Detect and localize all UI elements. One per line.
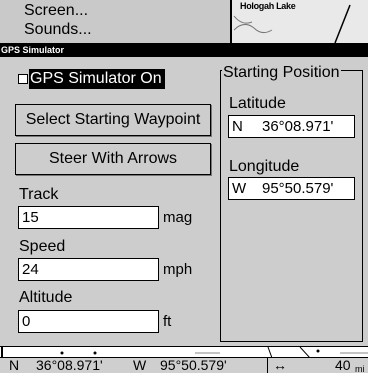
- dialog-title: GPS Simulator: [0, 43, 368, 57]
- speed-unit: mph: [163, 261, 193, 278]
- menu-item-sounds[interactable]: Sounds...: [24, 21, 92, 39]
- longitude-value: 95°50.579': [262, 180, 334, 197]
- status-lat-value: 36°08.971': [36, 357, 103, 373]
- gps-simulator-dialog: GPS Simulator GPS Simulator On Select St…: [0, 43, 368, 346]
- longitude-hemisphere: W: [232, 180, 247, 197]
- track-input[interactable]: 15: [18, 206, 159, 229]
- altitude-label: Altitude: [19, 289, 73, 306]
- altitude-input[interactable]: 0: [18, 310, 159, 333]
- status-bar: N 36°08.971' W 95°50.579' ↔ 40 mi: [0, 357, 368, 373]
- longitude-input[interactable]: W 95°50.579': [228, 177, 355, 200]
- track-unit: mag: [163, 209, 193, 226]
- latitude-input[interactable]: N 36°08.971': [228, 115, 355, 138]
- altitude-unit: ft: [163, 313, 172, 330]
- select-starting-waypoint-button[interactable]: Select Starting Waypoint: [15, 104, 211, 136]
- zoom-unit: mi: [355, 364, 365, 373]
- zoom-value: 40: [335, 357, 351, 373]
- gps-simulator-toggle[interactable]: GPS Simulator On: [18, 69, 165, 89]
- track-label: Track: [19, 186, 59, 203]
- latitude-hemisphere: N: [232, 118, 243, 135]
- map-lines: [233, 4, 351, 43]
- speed-label: Speed: [19, 238, 66, 255]
- background-map: Hologah Lake: [230, 0, 368, 43]
- speed-input[interactable]: 24: [18, 258, 159, 281]
- map-strip: [0, 346, 368, 357]
- longitude-label: Longitude: [229, 158, 300, 175]
- gps-simulator-on-label: GPS Simulator On: [29, 69, 165, 89]
- background-menu: Screen... Sounds... Hologah Lake: [0, 0, 368, 43]
- zoom-range-icon: ↔: [273, 357, 287, 373]
- status-lon-hemisphere: W: [133, 357, 147, 373]
- latitude-label: Latitude: [229, 95, 286, 112]
- status-lat-hemisphere: N: [9, 357, 20, 373]
- status-lon-value: 95°50.579': [160, 357, 227, 373]
- checkbox-icon[interactable]: [18, 74, 28, 84]
- starting-position-title: Starting Position: [222, 64, 341, 82]
- map-strip-lines: [1, 347, 368, 357]
- steer-with-arrows-button[interactable]: Steer With Arrows: [15, 143, 211, 175]
- menu-item-screen[interactable]: Screen...: [24, 2, 88, 20]
- latitude-value: 36°08.971': [262, 118, 334, 135]
- status-separator: [267, 358, 268, 373]
